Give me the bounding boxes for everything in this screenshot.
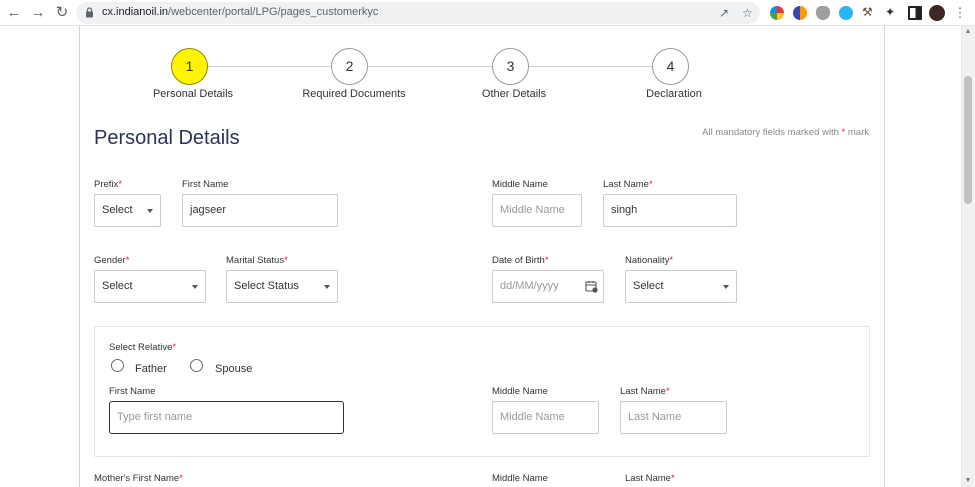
last-name-input[interactable]: singh: [603, 194, 737, 227]
nationality-label: Nationality*: [625, 255, 674, 266]
chevron-down-icon: [192, 285, 198, 289]
radio-spouse-label[interactable]: Spouse: [215, 363, 252, 375]
ext-icon[interactable]: [816, 6, 830, 20]
lock-icon: [86, 7, 93, 18]
prefix-select[interactable]: Select: [94, 194, 161, 227]
chevron-down-icon: [723, 285, 729, 289]
gender-select[interactable]: Select: [94, 270, 206, 303]
reload-icon[interactable]: ↻: [52, 3, 72, 23]
calendar-icon[interactable]: [585, 280, 598, 293]
avatar-icon[interactable]: [929, 5, 945, 21]
puzzle-icon[interactable]: ✦: [885, 5, 899, 19]
select-relative-label: Select Relative*: [109, 342, 177, 353]
middle-name-label: Middle Name: [492, 179, 548, 190]
mother-first-name-label: Mother's First Name*: [94, 473, 183, 484]
scroll-up-icon[interactable]: ▲: [964, 28, 972, 35]
relative-middle-name-label: Middle Name: [492, 386, 548, 397]
nationality-select[interactable]: Select: [625, 270, 737, 303]
chevron-down-icon: [324, 285, 330, 289]
step-2-label: Required Documents: [302, 88, 406, 100]
chevron-down-icon: [147, 209, 153, 213]
relative-first-name-label: First Name: [109, 386, 156, 397]
last-name-label: Last Name*: [603, 179, 653, 190]
arrow-right-icon[interactable]: →: [28, 3, 48, 23]
radio-spouse[interactable]: [190, 359, 203, 372]
middle-name-input[interactable]: Middle Name: [492, 194, 582, 227]
relative-first-name-input[interactable]: Type first name: [109, 401, 344, 434]
browser-toolbar: ← → ↻ cx.indianoil.in/webcenter/portal/L…: [0, 0, 975, 26]
mandatory-note: All mandatory fields marked with * mark: [702, 127, 869, 138]
scroll-down-icon[interactable]: ▼: [964, 477, 972, 484]
step-1-label: Personal Details: [152, 88, 234, 100]
share-icon[interactable]: ↗: [719, 6, 729, 20]
tools-ext-icon[interactable]: ⚒: [862, 5, 876, 19]
relative-middle-name-input[interactable]: Middle Name: [492, 401, 599, 434]
mother-middle-name-label: Middle Name: [492, 473, 548, 484]
step-connector: [528, 66, 654, 67]
first-name-label: First Name: [182, 179, 229, 190]
color-ext-icon[interactable]: [770, 6, 784, 20]
step-connector: [207, 66, 333, 67]
menu-icon[interactable]: ⋮: [950, 3, 970, 23]
sidebar-icon[interactable]: [908, 6, 922, 20]
step-4-circle[interactable]: 4: [652, 48, 689, 85]
mother-last-name-label: Last Name*: [625, 473, 675, 484]
ext-icon[interactable]: [839, 6, 853, 20]
prefix-label: Prefix*: [94, 179, 122, 190]
marital-status-select[interactable]: Select Status: [226, 270, 338, 303]
relative-section: [94, 326, 870, 457]
radio-father[interactable]: [111, 359, 124, 372]
step-3-label: Other Details: [481, 88, 547, 100]
address-bar[interactable]: cx.indianoil.in/webcenter/portal/LPG/pag…: [76, 2, 760, 24]
page-title: Personal Details: [94, 127, 240, 149]
bookmark-star-icon[interactable]: ☆: [742, 6, 753, 20]
url-text: cx.indianoil.in/webcenter/portal/LPG/pag…: [102, 6, 379, 18]
step-connector: [368, 66, 494, 67]
step-2-circle[interactable]: 2: [331, 48, 368, 85]
marital-status-label: Marital Status*: [226, 255, 288, 266]
step-4-label: Declaration: [646, 88, 702, 100]
step-3-circle[interactable]: 3: [492, 48, 529, 85]
relative-last-name-label: Last Name*: [620, 386, 670, 397]
dob-input[interactable]: dd/MM/yyyy: [492, 270, 604, 303]
dob-label: Date of Birth*: [492, 255, 549, 266]
ext-icon[interactable]: [793, 6, 807, 20]
step-1-circle[interactable]: 1: [171, 48, 208, 85]
radio-father-label[interactable]: Father: [135, 363, 167, 375]
gender-label: Gender*: [94, 255, 130, 266]
relative-last-name-input[interactable]: Last Name: [620, 401, 727, 434]
arrow-left-icon[interactable]: ←: [4, 3, 24, 23]
first-name-input[interactable]: jagseer: [182, 194, 338, 227]
scrollbar-thumb[interactable]: [964, 76, 972, 204]
